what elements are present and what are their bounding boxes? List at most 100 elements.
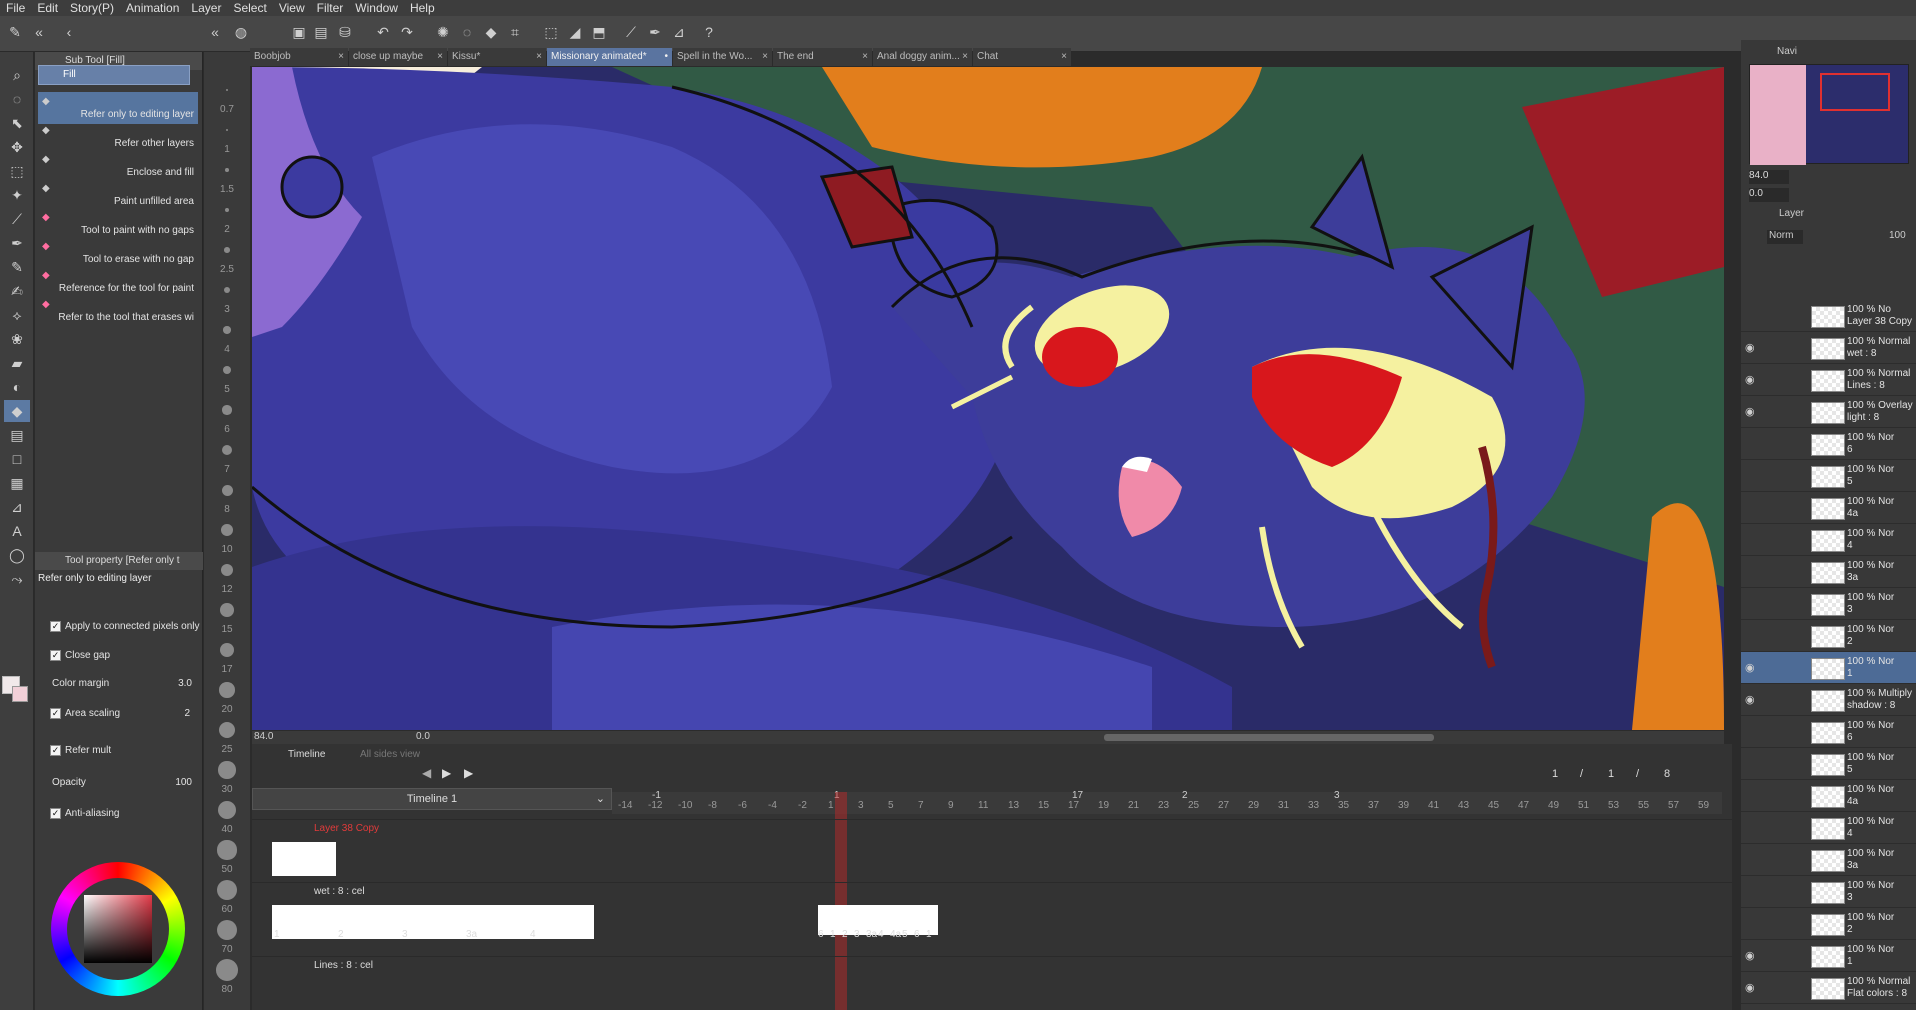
- next-frame-button[interactable]: ▶: [464, 764, 482, 782]
- invert-selection-icon[interactable]: ◢: [566, 23, 584, 41]
- lasso-icon[interactable]: ◌: [4, 88, 30, 110]
- brush-size-label[interactable]: 5: [209, 384, 245, 395]
- menu-view[interactable]: View: [273, 0, 311, 16]
- layer-row[interactable]: 100 % Nor 5: [1741, 460, 1916, 492]
- redo-icon[interactable]: ↷: [398, 23, 416, 41]
- brush-size-label[interactable]: 40: [209, 824, 245, 835]
- menu-storyp[interactable]: Story(P): [64, 0, 120, 16]
- timeline-tab[interactable]: Timeline: [276, 748, 336, 762]
- blend-icon[interactable]: ◐: [4, 376, 30, 398]
- menu-select[interactable]: Select: [227, 0, 272, 16]
- pen-icon[interactable]: ✒: [646, 23, 664, 41]
- brush-size-dot[interactable]: [218, 721, 236, 739]
- timeline-track[interactable]: wet : 8 : cel 1 2 3 3a 4 6 1 2 3 3a 4 4a 5 6 1: [252, 882, 1732, 945]
- brush-size-label[interactable]: 1: [209, 144, 245, 155]
- brush-size-dot[interactable]: [223, 326, 231, 334]
- navigator-tab[interactable]: Navi: [1761, 46, 1821, 60]
- refer-multiple-checkbox[interactable]: ✓: [50, 744, 61, 756]
- brush-size-dot[interactable]: [221, 524, 233, 536]
- sub-tool-item[interactable]: ◆ Refer only to editing layer: [38, 92, 198, 124]
- close-gap-row[interactable]: ✓ Close gap: [50, 647, 200, 665]
- brush-size-dot[interactable]: [226, 89, 228, 91]
- menu-window[interactable]: Window: [349, 0, 404, 16]
- document-tab[interactable]: Boobjob ×: [250, 48, 348, 66]
- brush-size-dot[interactable]: [220, 603, 234, 617]
- ruler-tool-icon[interactable]: ⊿: [4, 496, 30, 518]
- sub-tool-item[interactable]: ◆ Refer other layers: [38, 121, 198, 153]
- collapse-icon[interactable]: «: [206, 23, 224, 41]
- brush-size-dot[interactable]: [217, 880, 237, 900]
- move-icon[interactable]: ✥: [4, 136, 30, 158]
- brush-size-label[interactable]: 1.5: [209, 184, 245, 195]
- layer-row[interactable]: ◉ 100 % Overlay light : 8: [1741, 396, 1916, 428]
- brush-size-dot[interactable]: [221, 444, 233, 456]
- fill-tool-icon[interactable]: ◆: [4, 400, 30, 422]
- brush-size-label[interactable]: 4: [209, 344, 245, 355]
- canvas[interactable]: [252, 67, 1724, 730]
- sub-tool-item[interactable]: ◆ Tool to paint with no gaps: [38, 208, 198, 240]
- brush-size-dot[interactable]: [221, 484, 233, 496]
- brush-size-label[interactable]: 60: [209, 904, 245, 915]
- eye-icon[interactable]: ◉: [1745, 373, 1755, 386]
- anti-aliasing-row[interactable]: ✓ Anti-aliasing: [50, 805, 200, 823]
- layer-row[interactable]: ◉ 100 % Nor 1: [1741, 652, 1916, 684]
- brush-size-dot[interactable]: [225, 128, 229, 132]
- save-icon[interactable]: ⛁: [336, 23, 354, 41]
- canvas-zoom-value[interactable]: 84.0: [254, 731, 273, 742]
- brush-size-label[interactable]: 12: [209, 584, 245, 595]
- all-sides-view-tab[interactable]: All sides view: [348, 748, 428, 762]
- eyedropper-icon[interactable]: ⟋: [4, 208, 30, 230]
- eye-icon[interactable]: ◉: [1745, 405, 1755, 418]
- brush-size-dot[interactable]: [224, 207, 230, 213]
- loading-icon[interactable]: ✺: [434, 23, 452, 41]
- new-canvas-icon[interactable]: ▣: [290, 23, 308, 41]
- layer-row[interactable]: 100 % Nor 4: [1741, 524, 1916, 556]
- text-icon[interactable]: A: [4, 520, 30, 542]
- color-margin-row[interactable]: Color margin 3.0: [52, 675, 202, 693]
- layer-row[interactable]: ◉ 100 % Normal Flat colors : 8: [1741, 972, 1916, 1004]
- close-icon[interactable]: •: [664, 48, 668, 66]
- brush-size-dot[interactable]: [225, 168, 229, 172]
- transform-icon[interactable]: ⌗: [506, 23, 524, 41]
- brush-size-dot[interactable]: [219, 682, 235, 698]
- crop-icon[interactable]: ⬒: [590, 23, 608, 41]
- sub-tool-item[interactable]: ◆ Refer to the tool that erases wi: [38, 295, 198, 327]
- timeline-track[interactable]: Layer 38 Copy: [252, 819, 1732, 882]
- airbrush-icon[interactable]: ⟡: [4, 304, 30, 326]
- timeline-track[interactable]: Lines : 8 : cel: [252, 956, 1732, 1008]
- decoration-icon[interactable]: ❀: [4, 328, 30, 350]
- brush-size-label[interactable]: 20: [209, 704, 245, 715]
- area-scaling-row[interactable]: ✓ Area scaling 2: [50, 705, 200, 723]
- brush-size-dot[interactable]: [222, 365, 232, 375]
- close-icon[interactable]: ×: [962, 48, 968, 66]
- brush-size-dot[interactable]: [219, 642, 235, 658]
- ruler-icon[interactable]: ⟋: [622, 23, 640, 41]
- brush-size-dot[interactable]: [220, 563, 234, 577]
- close-icon[interactable]: ×: [437, 48, 443, 66]
- menu-filter[interactable]: Filter: [311, 0, 350, 16]
- open-icon[interactable]: ▤: [312, 23, 330, 41]
- brush-size-label[interactable]: 70: [209, 944, 245, 955]
- brush-size-label[interactable]: 2: [209, 224, 245, 235]
- cel-thumbnail[interactable]: [272, 842, 336, 876]
- menu-animation[interactable]: Animation: [120, 0, 185, 16]
- selection-icon[interactable]: ⬚: [4, 160, 30, 182]
- anti-aliasing-checkbox[interactable]: ✓: [50, 807, 61, 819]
- refer-multiple-row[interactable]: ✓ Refer mult: [50, 742, 200, 760]
- close-icon[interactable]: ×: [338, 48, 344, 66]
- back-arrow-icon[interactable]: ‹: [60, 23, 78, 41]
- magic-wand-icon[interactable]: ✦: [4, 184, 30, 206]
- fill-icon[interactable]: ◆: [482, 23, 500, 41]
- deselect-icon[interactable]: ⬚: [542, 23, 560, 41]
- document-tab[interactable]: Missionary animated* •: [547, 48, 672, 66]
- layer-row[interactable]: 100 % Nor 4a: [1741, 780, 1916, 812]
- eye-icon[interactable]: ◉: [1745, 341, 1755, 354]
- ruler-edit-icon[interactable]: ⊿: [670, 23, 688, 41]
- layer-row[interactable]: ◉ 100 % Normal wet : 8: [1741, 332, 1916, 364]
- brush-size-dot[interactable]: [218, 761, 236, 779]
- brush-size-label[interactable]: 0.7: [209, 104, 245, 115]
- layer-row[interactable]: 100 % Nor 4a: [1741, 492, 1916, 524]
- brush-size-dot[interactable]: [216, 959, 238, 981]
- canvas-rotate-value[interactable]: 0.0: [416, 731, 430, 742]
- timeline-select[interactable]: Timeline 1 ⌄: [252, 788, 612, 810]
